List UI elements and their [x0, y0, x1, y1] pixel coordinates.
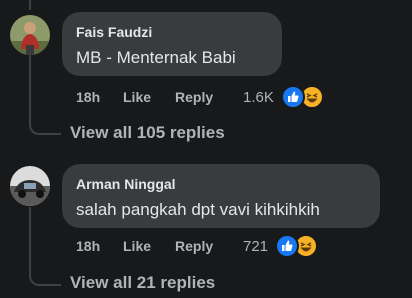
- comment-timestamp[interactable]: 18h: [76, 89, 100, 105]
- comment-bubble: Arman Ninggal salah pangkah dpt vavi kih…: [62, 164, 380, 228]
- avatar[interactable]: [10, 166, 50, 206]
- comment-text: salah pangkah dpt vavi kihkihkih: [76, 200, 320, 219]
- comment-bubble: Fais Faudzi MB - Menternak Babi: [62, 12, 282, 76]
- reaction-count[interactable]: 721: [243, 238, 268, 255]
- thread-connector-top: [29, 0, 31, 10]
- thread-connector: [29, 207, 61, 286]
- thread-connector: [29, 55, 61, 135]
- comment-text: MB - Menternak Babi: [76, 48, 236, 67]
- avatar[interactable]: [10, 15, 50, 55]
- view-replies-link[interactable]: View all 21 replies: [70, 273, 215, 293]
- like-icon[interactable]: [281, 85, 305, 109]
- reply-button[interactable]: Reply: [175, 238, 213, 254]
- view-replies-link[interactable]: View all 105 replies: [70, 123, 225, 143]
- like-icon[interactable]: [275, 234, 299, 258]
- reply-button[interactable]: Reply: [175, 89, 213, 105]
- comment-author[interactable]: Fais Faudzi: [76, 24, 152, 40]
- comment-timestamp[interactable]: 18h: [76, 238, 100, 254]
- comment-author[interactable]: Arman Ninggal: [76, 176, 176, 192]
- like-button[interactable]: Like: [123, 238, 151, 254]
- reaction-count[interactable]: 1.6K: [243, 89, 274, 106]
- like-button[interactable]: Like: [123, 89, 151, 105]
